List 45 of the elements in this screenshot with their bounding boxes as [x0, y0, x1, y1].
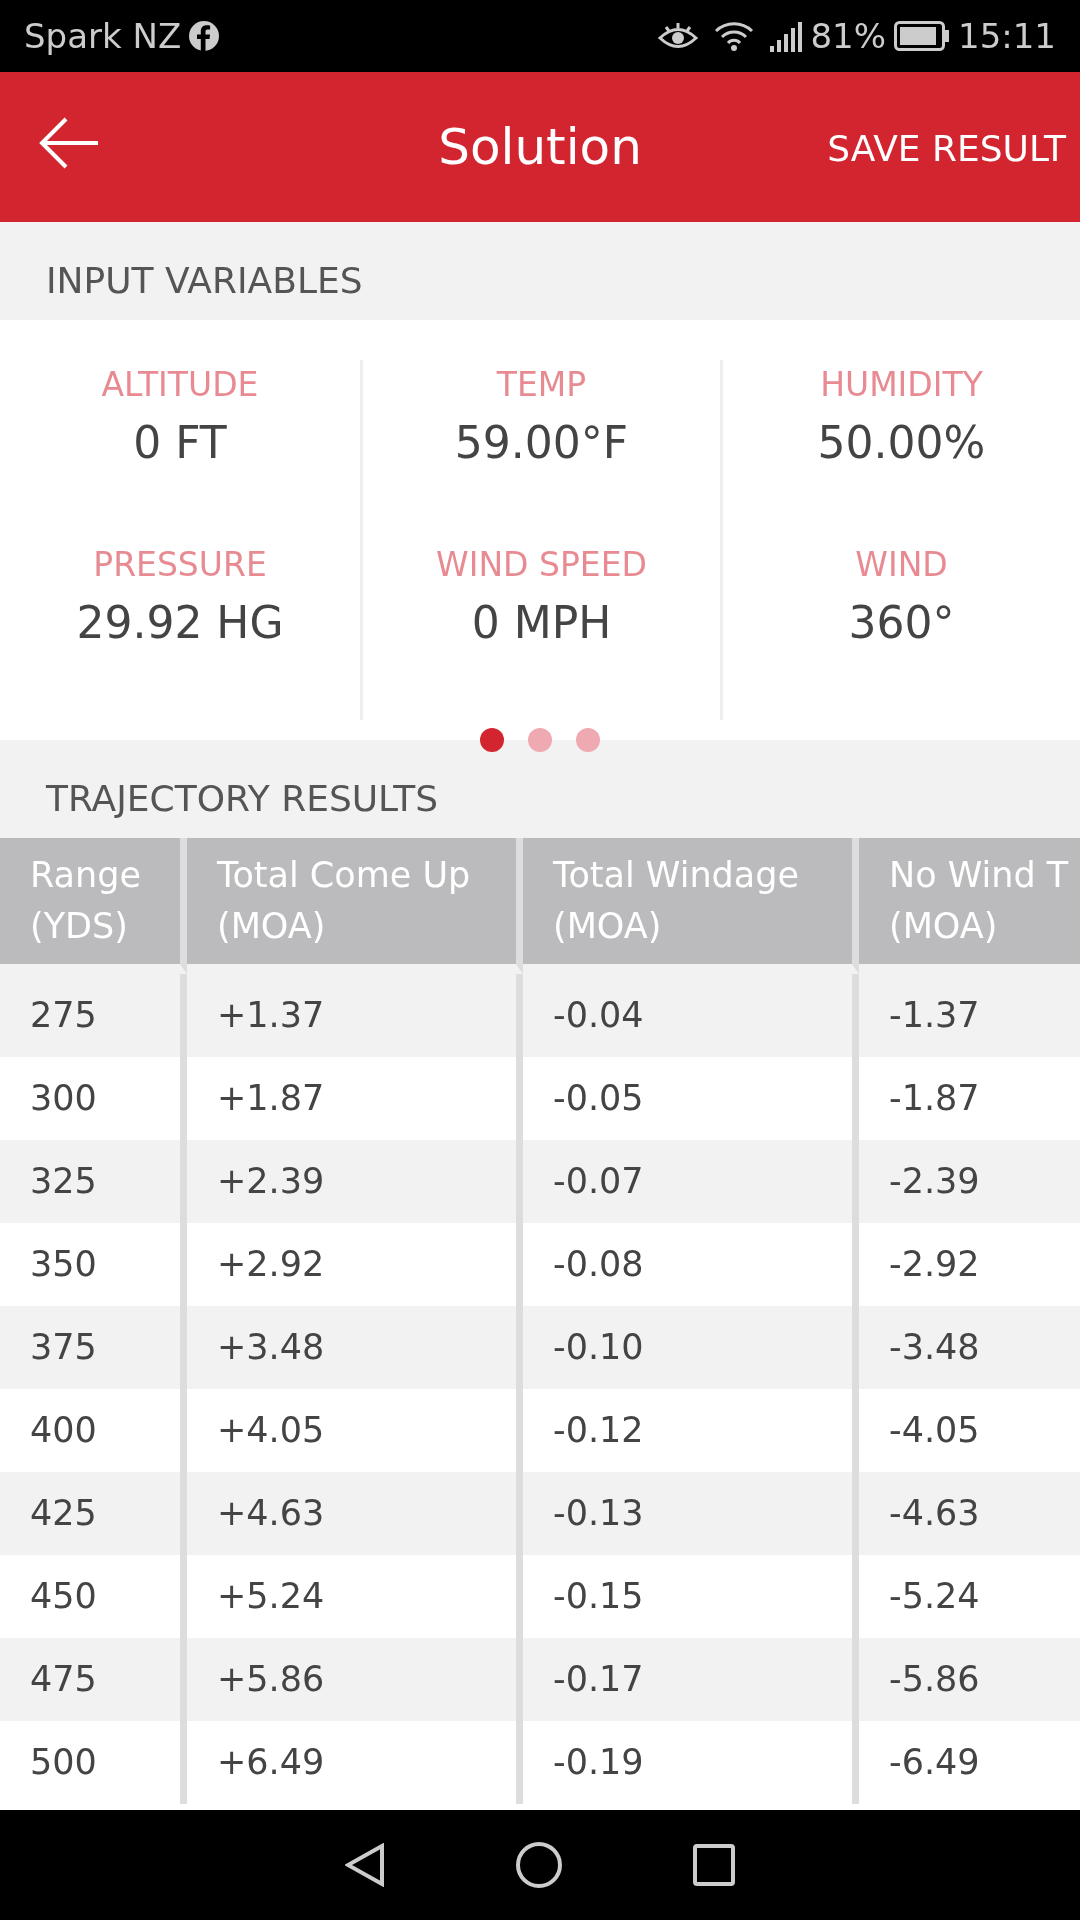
clock-time: 15:11: [958, 14, 1056, 58]
home-nav-icon[interactable]: [515, 1841, 563, 1889]
variable-value: 360°: [848, 595, 955, 650]
variable-value: 50.00%: [817, 415, 986, 470]
variable-value: 29.92 HG: [76, 595, 284, 650]
table-cell: -4.63: [859, 1471, 1080, 1555]
table-cell: -6.49: [859, 1720, 1080, 1804]
section-heading: INPUT VARIABLES: [46, 259, 363, 303]
save-result-button[interactable]: SAVE RESULT: [827, 122, 1066, 176]
eye-icon: [658, 21, 699, 51]
table-cell: -1.37: [859, 973, 1080, 1057]
table-cell: -2.39: [859, 1139, 1080, 1223]
table-cell: -2.92: [859, 1222, 1080, 1306]
section-heading: TRAJECTORY RESULTS: [46, 777, 439, 821]
column-header: Range (YDS): [0, 838, 187, 974]
wifi-icon: [714, 20, 755, 52]
column-header: Total Windage (MOA): [523, 838, 859, 974]
back-arrow-icon: [38, 117, 100, 169]
facebook-icon: [189, 21, 220, 51]
column-header: No Wind T (MOA): [859, 838, 1080, 974]
table-cell: -1.87: [859, 1056, 1080, 1140]
back-button[interactable]: [38, 117, 100, 169]
page-indicator-dot[interactable]: [576, 728, 600, 752]
variable-label: WIND: [855, 544, 948, 586]
screen-title: Solution: [438, 116, 642, 178]
variable-label: WIND SPEED: [436, 544, 647, 586]
table-cell: -5.24: [859, 1554, 1080, 1638]
battery-icon: [894, 21, 950, 51]
variable-label: TEMP: [496, 364, 587, 406]
table-cell: -4.05: [859, 1388, 1080, 1472]
carrier-name: Spark NZ: [24, 14, 182, 58]
recents-nav-icon[interactable]: [693, 1844, 735, 1886]
variable-label: ALTITUDE: [101, 364, 259, 406]
variable-label: PRESSURE: [93, 544, 267, 586]
variable-value: 59.00°F: [454, 415, 629, 470]
back-nav-icon[interactable]: [345, 1843, 385, 1887]
table-cell: -3.48: [859, 1305, 1080, 1389]
variable-value: 0 FT: [133, 415, 227, 470]
column-header: Total Come Up (MOA): [187, 838, 523, 974]
battery-percent: 81%: [810, 14, 886, 58]
page-indicator-dot[interactable]: [528, 728, 552, 752]
variable-label: HUMIDITY: [820, 364, 983, 406]
page-indicator-dot[interactable]: [480, 728, 504, 752]
variable-value: 0 MPH: [471, 595, 612, 650]
table-cell: -5.86: [859, 1637, 1080, 1721]
